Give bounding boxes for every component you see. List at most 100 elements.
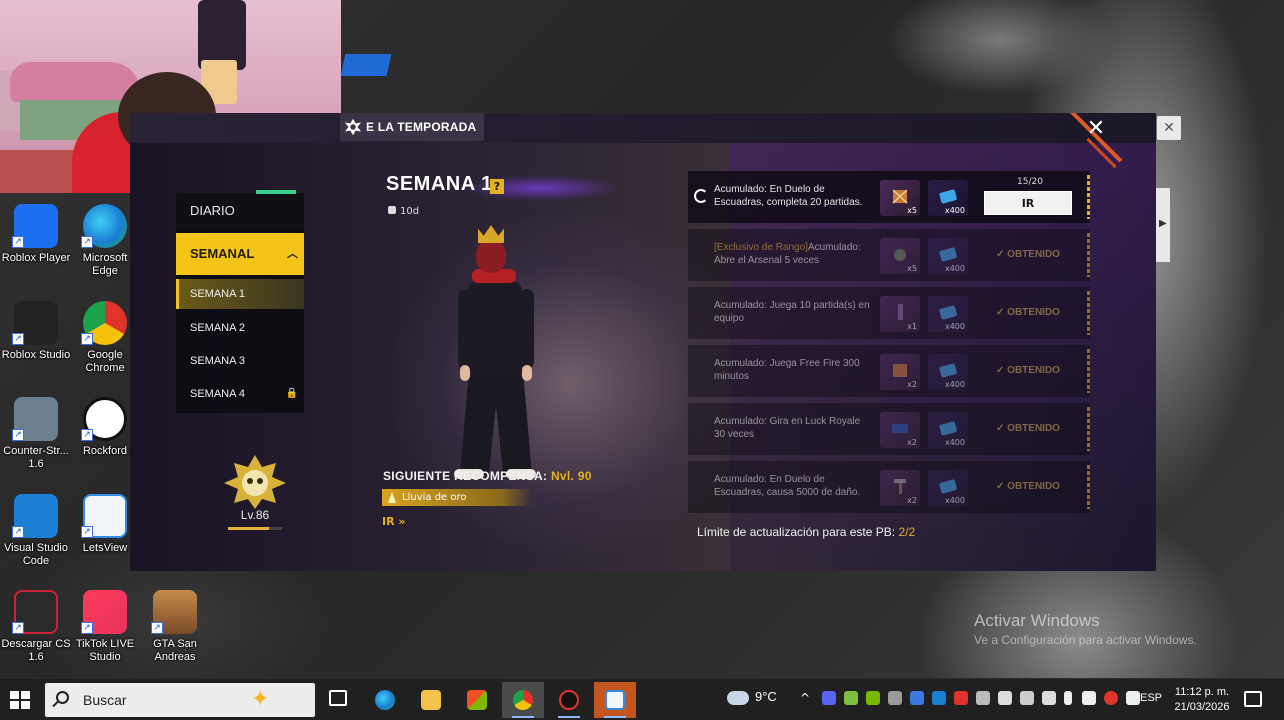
app-tray-icon[interactable] — [954, 691, 968, 705]
status-label: OBTENIDO — [1007, 365, 1060, 376]
reward-qty: x400 — [944, 206, 965, 215]
reward-slot[interactable]: x1 — [880, 296, 920, 332]
desktop-icon-gta-sa[interactable]: ↗ GTA San Andreas — [139, 586, 211, 676]
clock[interactable]: 11:12 p. m. 21/03/2026 — [1172, 685, 1232, 715]
desktop-icon-label: TikTok LIVE Studio — [75, 638, 135, 663]
reward-slot[interactable]: x400 — [928, 296, 968, 332]
close-icon[interactable]: ✕ — [1084, 117, 1108, 141]
wallpaper-deco — [340, 54, 392, 76]
reward-slot[interactable]: x2 — [880, 412, 920, 448]
mission-prefix: [Exclusivo de Rango] — [714, 242, 808, 253]
desktop-icon-tiktok-live[interactable]: ↗ TikTok LIVE Studio — [69, 586, 141, 676]
tab-season[interactable]: E LA TEMPORADA — [340, 113, 484, 141]
reward-qty: x400 — [944, 496, 965, 505]
ticket-icon — [939, 479, 957, 494]
taskbar-explorer[interactable] — [410, 682, 452, 718]
go-to-reward-link[interactable]: IR » — [382, 515, 406, 528]
taskbar-edge[interactable] — [364, 682, 406, 718]
taskbar-store[interactable] — [456, 682, 498, 718]
menu-item-week-1[interactable]: SEMANA 1 — [176, 279, 304, 309]
reward-slot[interactable]: x2 — [880, 354, 920, 390]
time-remaining: 10d — [388, 206, 419, 217]
reward-qty: x5 — [907, 206, 917, 215]
chevron-up-icon[interactable]: ^ — [800, 691, 814, 705]
reward-slot[interactable]: x5 — [880, 180, 920, 216]
microphone-icon[interactable] — [1064, 691, 1072, 705]
mission-text: Acumulado: Gira en Luck Royale 30 veces — [714, 416, 861, 440]
ticket-icon — [939, 189, 957, 204]
desktop-icon-roblox-studio[interactable]: ↗ Roblox Studio — [0, 297, 72, 387]
reward-slot[interactable]: x400 — [928, 238, 968, 274]
weather-widget[interactable]: 9°C — [727, 689, 777, 705]
hammer-icon — [894, 479, 906, 494]
active-indicator — [512, 716, 534, 718]
discord-icon[interactable] — [822, 691, 836, 705]
reward-qty: x5 — [907, 264, 917, 273]
app-tray-icon[interactable] — [998, 691, 1012, 705]
mission-list: Acumulado: En Duelo de Escuadras, comple… — [688, 171, 1090, 517]
desktop-icon-vscode[interactable]: ↗ Visual Studio Code — [0, 490, 72, 580]
reward-slot[interactable]: x400 — [928, 354, 968, 390]
reward-slot[interactable]: x400 — [928, 180, 968, 216]
search-placeholder: Buscar — [83, 692, 127, 708]
app-tray-icon[interactable] — [844, 691, 858, 705]
search-icon — [56, 691, 69, 704]
menu-item-week-3[interactable]: SEMANA 3 — [176, 346, 304, 376]
window-close-icon[interactable]: ✕ — [1157, 116, 1181, 140]
windows-start-icon[interactable] — [10, 691, 30, 709]
reward-qty: x400 — [944, 264, 965, 273]
app-tray-icon[interactable] — [1104, 691, 1118, 705]
character-head — [476, 241, 506, 273]
menu-item-week-2[interactable]: SEMANA 2 — [176, 313, 304, 343]
refresh-icon[interactable] — [694, 189, 708, 203]
shortcut-arrow-icon: ↗ — [81, 429, 93, 441]
figure-icon — [898, 304, 903, 320]
next-reward-item: Lluvia de oro — [382, 489, 532, 506]
mission-row: Acumulado: Juega 10 partida(s) en equipo… — [688, 287, 1090, 339]
desktop-icon-roblox-player[interactable]: ↗ Roblox Player — [0, 200, 72, 290]
steam-icon[interactable] — [976, 691, 990, 705]
reward-qty: x2 — [907, 438, 917, 447]
language-indicator[interactable]: ESP — [1140, 692, 1162, 704]
go-mission-button[interactable]: IR — [984, 191, 1072, 215]
volume-icon[interactable] — [1082, 691, 1096, 705]
letsview-icon — [605, 690, 625, 710]
reward-slot[interactable]: x2 — [880, 470, 920, 506]
notification-icon[interactable] — [1244, 691, 1262, 707]
help-icon[interactable]: ? — [490, 179, 504, 194]
display-icon[interactable] — [1020, 691, 1034, 705]
reward-slot[interactable]: x5 — [880, 238, 920, 274]
app-tray-icon[interactable] — [1042, 691, 1056, 705]
grenade-icon — [894, 249, 906, 261]
edge-icon — [375, 690, 395, 710]
reward-slot[interactable]: x400 — [928, 470, 968, 506]
character-hand — [522, 365, 532, 381]
recorder-icon — [559, 690, 579, 710]
taskbar-search[interactable]: Buscar ✦ — [45, 683, 315, 717]
timer-value: 10d — [400, 206, 420, 217]
menu-item-daily[interactable]: DIARIO — [176, 190, 304, 229]
task-view-button[interactable] — [318, 682, 360, 718]
desktop-icon-label: Visual Studio Code — [3, 542, 68, 567]
taskbar-chrome[interactable] — [502, 682, 544, 718]
character-legs — [460, 375, 532, 475]
reward-qty: x2 — [907, 496, 917, 505]
reward-item-name: Lluvia de oro — [402, 492, 467, 503]
nvidia-icon[interactable] — [866, 691, 880, 705]
taskbar-letsview[interactable] — [594, 682, 636, 718]
desktop-icon-descargar-cs[interactable]: ↗ Descargar CS 1.6 — [0, 586, 72, 676]
bluetooth-icon[interactable] — [932, 691, 946, 705]
reward-qty: x400 — [944, 438, 965, 447]
taskbar-obs[interactable] — [548, 682, 590, 718]
shortcut-arrow-icon: ↗ — [81, 622, 93, 634]
letsview-tray-icon[interactable] — [910, 691, 924, 705]
reward-slot[interactable]: x400 — [928, 412, 968, 448]
network-off-icon[interactable] — [888, 691, 902, 705]
side-expand-tab[interactable]: ▶ — [1156, 188, 1170, 262]
menu-item-weekly[interactable]: SEMANAL ︿ — [176, 233, 304, 275]
menu-item-label: SEMANA 3 — [190, 355, 246, 367]
menu-item-label: SEMANAL — [190, 246, 255, 261]
menu-item-week-4[interactable]: SEMANA 4 🔒 — [176, 379, 304, 409]
network-icon[interactable] — [1126, 691, 1140, 705]
desktop-icon-counter-strike[interactable]: ↗ Counter-Str... 1.6 — [0, 393, 72, 483]
